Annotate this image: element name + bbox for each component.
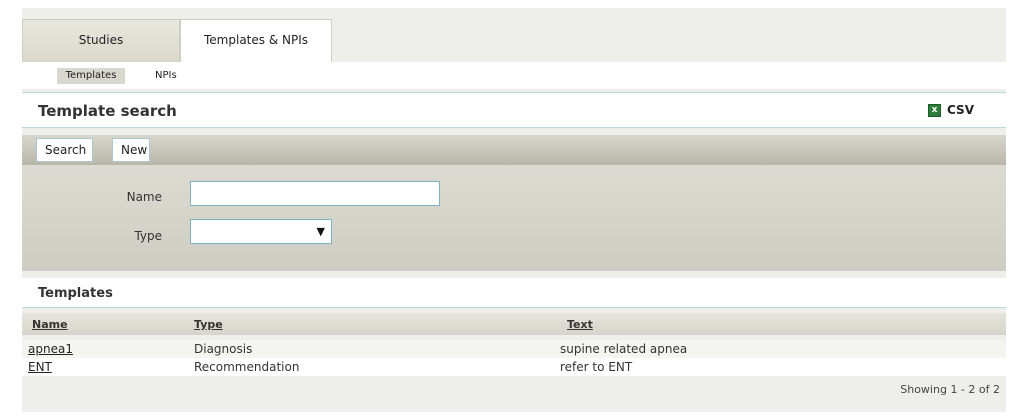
- results-header: Templates: [22, 278, 1006, 308]
- row-text: refer to ENT: [560, 360, 633, 374]
- column-header-text[interactable]: Text: [567, 318, 593, 331]
- row-type: Diagnosis: [194, 342, 253, 356]
- type-label: Type: [134, 229, 162, 243]
- csv-label: CSV: [947, 103, 974, 117]
- type-select[interactable]: ▼: [190, 219, 332, 244]
- app-frame: Studies Templates & NPIs Templates NPIs …: [22, 8, 1006, 412]
- name-input[interactable]: [190, 181, 440, 206]
- page-title: Template search: [38, 102, 177, 120]
- row-type: Recommendation: [194, 360, 300, 374]
- search-button[interactable]: Search: [36, 138, 93, 162]
- new-button[interactable]: New: [112, 138, 150, 162]
- name-label: Name: [126, 190, 162, 204]
- search-toolbar: Search New: [22, 135, 1006, 165]
- results-title: Templates: [38, 286, 113, 301]
- subtab-templates[interactable]: Templates: [57, 68, 125, 84]
- search-header: Template search x CSV: [22, 92, 1006, 128]
- excel-icon: x: [928, 103, 942, 117]
- table-row: ENT Recommendation refer to ENT: [22, 358, 1006, 376]
- row-name-link[interactable]: apnea1: [28, 342, 73, 356]
- row-text: supine related apnea: [560, 342, 688, 356]
- search-form: Name Type ▼: [22, 165, 1006, 271]
- table-row: apnea1 Diagnosis supine related apnea: [22, 340, 1006, 358]
- dropdown-arrow-icon: ▼: [316, 225, 325, 238]
- column-header-type[interactable]: Type: [194, 318, 223, 331]
- csv-export-link[interactable]: x CSV: [928, 103, 974, 117]
- table-header: Name Type Text: [22, 313, 1006, 335]
- tab-templates-npis[interactable]: Templates & NPIs: [180, 19, 332, 66]
- sub-navigation: Templates NPIs: [22, 62, 1006, 89]
- subtab-npis[interactable]: NPIs: [149, 68, 183, 84]
- row-name-link[interactable]: ENT: [28, 360, 52, 374]
- main-tabs: Studies Templates & NPIs: [22, 19, 332, 66]
- tab-studies[interactable]: Studies: [22, 19, 180, 62]
- column-header-name[interactable]: Name: [32, 318, 68, 331]
- pagination-status: Showing 1 - 2 of 2: [900, 383, 1000, 396]
